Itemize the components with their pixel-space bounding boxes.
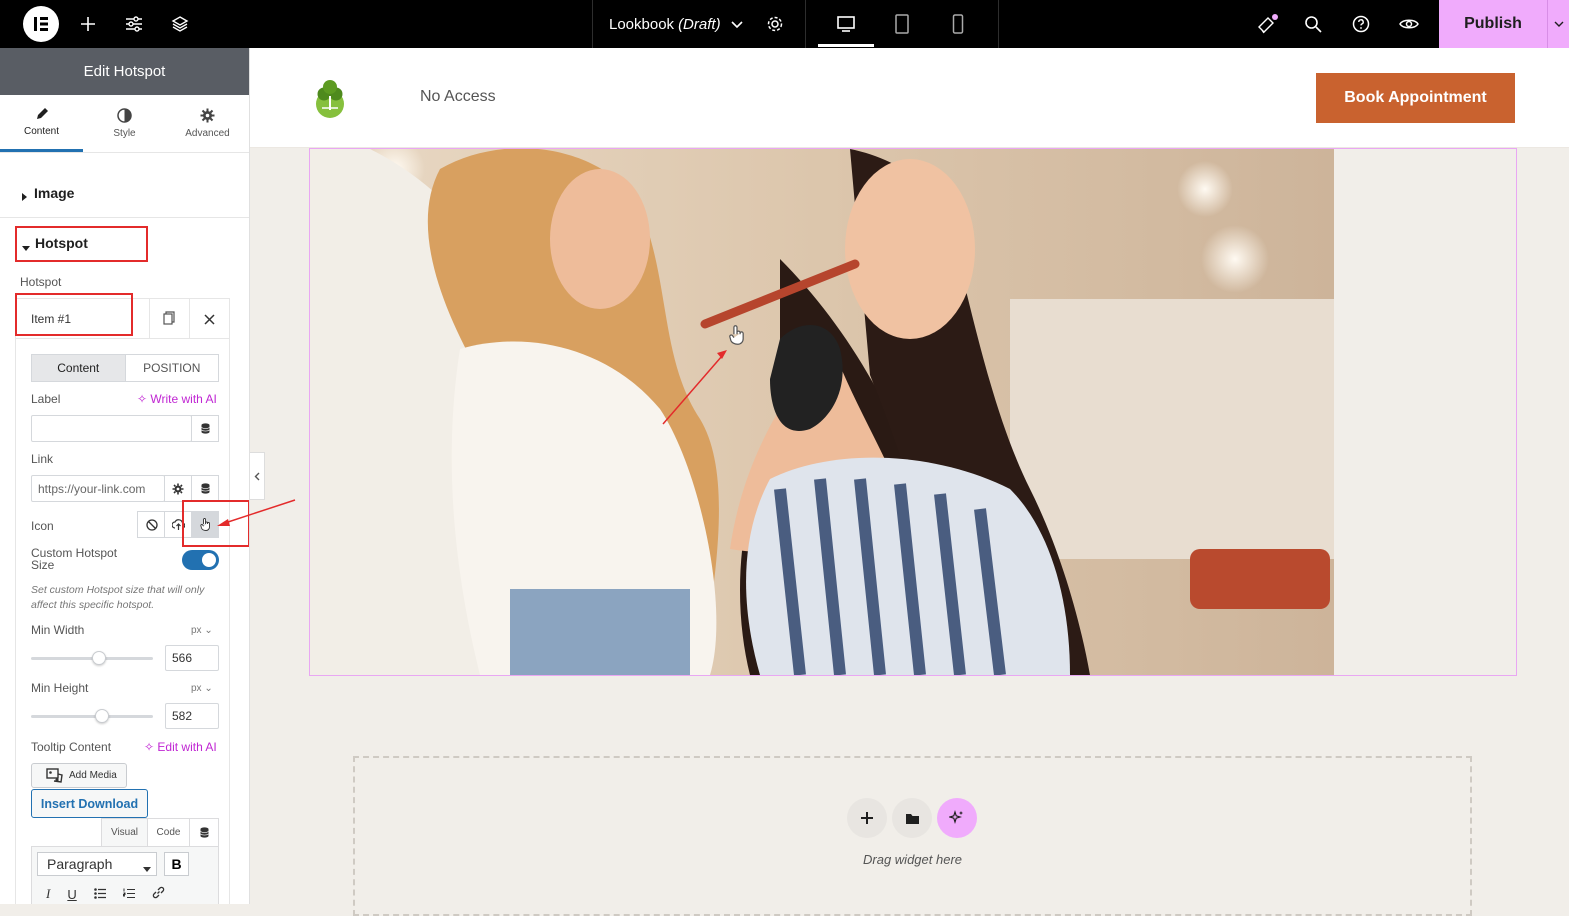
- template-library-folder-icon[interactable]: [892, 798, 932, 838]
- ai-sparkle-icon[interactable]: [937, 798, 977, 838]
- drop-zone-text: Drag widget here: [863, 852, 962, 867]
- add-section-plus-icon[interactable]: [847, 798, 887, 838]
- drop-zone[interactable]: Drag widget here: [353, 756, 1472, 916]
